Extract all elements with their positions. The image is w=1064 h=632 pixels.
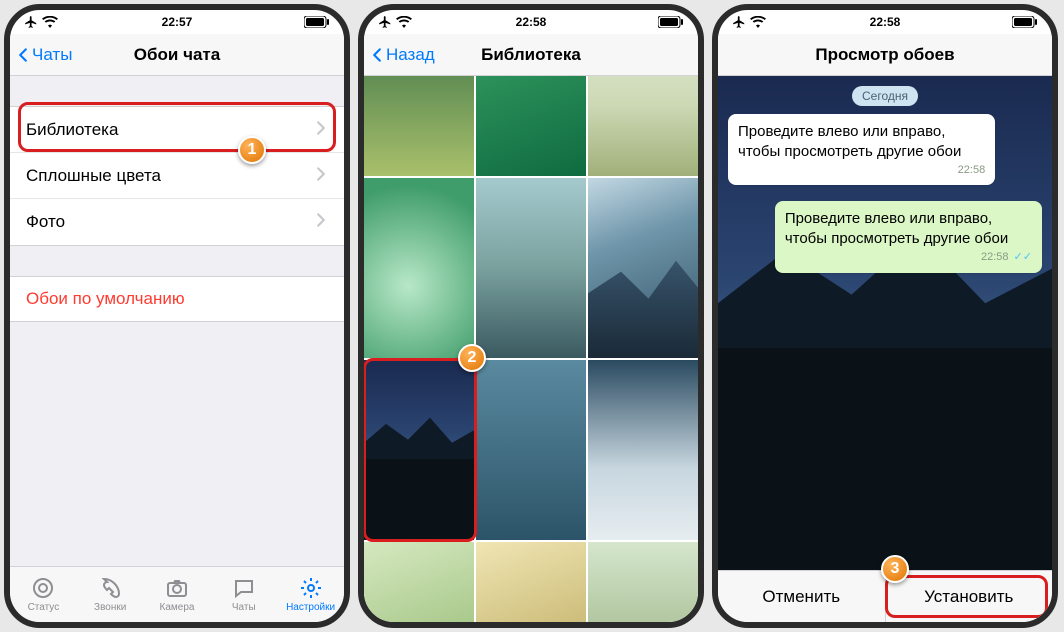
row-solid-label: Сплошные цвета: [26, 166, 161, 186]
nav-bar: Назад Библиотека: [364, 34, 698, 76]
chevron-right-icon: [314, 120, 328, 140]
back-button[interactable]: Чаты: [16, 45, 72, 65]
chat-bubble-outgoing: Проведите влево или вправо, чтобы просмо…: [775, 201, 1042, 272]
wallpaper-thumb[interactable]: [588, 178, 698, 358]
wallpaper-thumb[interactable]: [588, 360, 698, 540]
wallpaper-thumb[interactable]: [364, 178, 474, 358]
wallpaper-preview[interactable]: Сегодня Проведите влево или вправо, чтоб…: [718, 76, 1052, 570]
chevron-right-icon: [314, 212, 328, 232]
status-time: 22:58: [516, 15, 547, 29]
wifi-icon: [750, 16, 766, 28]
tab-camera-label: Камера: [160, 602, 195, 613]
row-solid-colors[interactable]: Сплошные цвета: [10, 153, 344, 199]
tab-chats[interactable]: Чаты: [210, 567, 277, 622]
back-label: Чаты: [32, 45, 72, 65]
tab-settings[interactable]: Настройки: [277, 567, 344, 622]
date-pill: Сегодня: [852, 86, 918, 106]
airplane-mode-icon: [24, 15, 38, 29]
phone-panel-1: 22:57 Чаты Обои чата Библиотека Сплошные…: [4, 4, 350, 628]
nav-bar: Просмотр обоев: [718, 34, 1052, 76]
wallpaper-grid[interactable]: [364, 76, 698, 622]
bubble-time: 22:58 ✓✓: [785, 250, 1032, 264]
row-photos[interactable]: Фото: [10, 199, 344, 245]
row-default-label: Обои по умолчанию: [26, 289, 185, 309]
cancel-label: Отменить: [762, 587, 840, 607]
wifi-icon: [396, 16, 412, 28]
wallpaper-thumb-selected[interactable]: [364, 360, 474, 540]
status-time: 22:57: [162, 15, 193, 29]
battery-icon: [658, 16, 684, 28]
set-label: Установить: [924, 587, 1013, 607]
bubble-text: Проведите влево или вправо, чтобы просмо…: [738, 123, 961, 160]
set-button[interactable]: Установить: [886, 571, 1053, 622]
row-library-label: Библиотека: [26, 120, 118, 140]
phone-panel-2: 22:58 Назад Библиотека: [358, 4, 704, 628]
tab-status-label: Статус: [28, 602, 60, 613]
wallpaper-thumb[interactable]: [364, 76, 474, 176]
back-label: Назад: [386, 45, 435, 65]
status-bar: 22:58: [364, 10, 698, 34]
tab-calls-label: Звонки: [94, 602, 126, 613]
nav-title: Просмотр обоев: [718, 45, 1052, 65]
preview-action-bar: Отменить Установить 3: [718, 570, 1052, 622]
tab-camera[interactable]: Камера: [144, 567, 211, 622]
airplane-mode-icon: [732, 15, 746, 29]
wallpaper-thumb[interactable]: [476, 542, 586, 622]
row-photos-label: Фото: [26, 212, 65, 232]
phone-panel-3: 22:58 Просмотр обоев Сегодня Проведите в…: [712, 4, 1058, 628]
battery-icon: [304, 16, 330, 28]
read-ticks-icon: ✓✓: [1011, 251, 1033, 263]
tab-bar: Статус Звонки Камера Чаты Настройки: [10, 566, 344, 622]
bubble-text: Проведите влево или вправо, чтобы просмо…: [785, 210, 1008, 247]
cancel-button[interactable]: Отменить: [718, 571, 885, 622]
row-library[interactable]: Библиотека: [10, 107, 344, 153]
chat-bubble-incoming: Проведите влево или вправо, чтобы просмо…: [728, 114, 995, 185]
wallpaper-thumb[interactable]: [476, 360, 586, 540]
status-time: 22:58: [870, 15, 901, 29]
wallpaper-thumb[interactable]: [364, 542, 474, 622]
tab-chats-label: Чаты: [232, 602, 256, 613]
wifi-icon: [42, 16, 58, 28]
status-bar: 22:58: [718, 10, 1052, 34]
bubble-time: 22:58: [738, 163, 985, 177]
status-bar: 22:57: [10, 10, 344, 34]
wallpaper-source-group: Библиотека Сплошные цвета Фото: [10, 106, 344, 246]
wallpaper-thumb[interactable]: [588, 542, 698, 622]
settings-body: Библиотека Сплошные цвета Фото Обои по у…: [10, 76, 344, 566]
chevron-right-icon: [314, 166, 328, 186]
back-button[interactable]: Назад: [370, 45, 435, 65]
row-default-wallpaper[interactable]: Обои по умолчанию: [10, 276, 344, 322]
airplane-mode-icon: [378, 15, 392, 29]
tab-calls[interactable]: Звонки: [77, 567, 144, 622]
wallpaper-thumb[interactable]: [588, 76, 698, 176]
wallpaper-thumb[interactable]: [476, 76, 586, 176]
tab-status[interactable]: Статус: [10, 567, 77, 622]
wallpaper-thumb[interactable]: [476, 178, 586, 358]
battery-icon: [1012, 16, 1038, 28]
nav-bar: Чаты Обои чата: [10, 34, 344, 76]
tab-settings-label: Настройки: [286, 602, 335, 613]
